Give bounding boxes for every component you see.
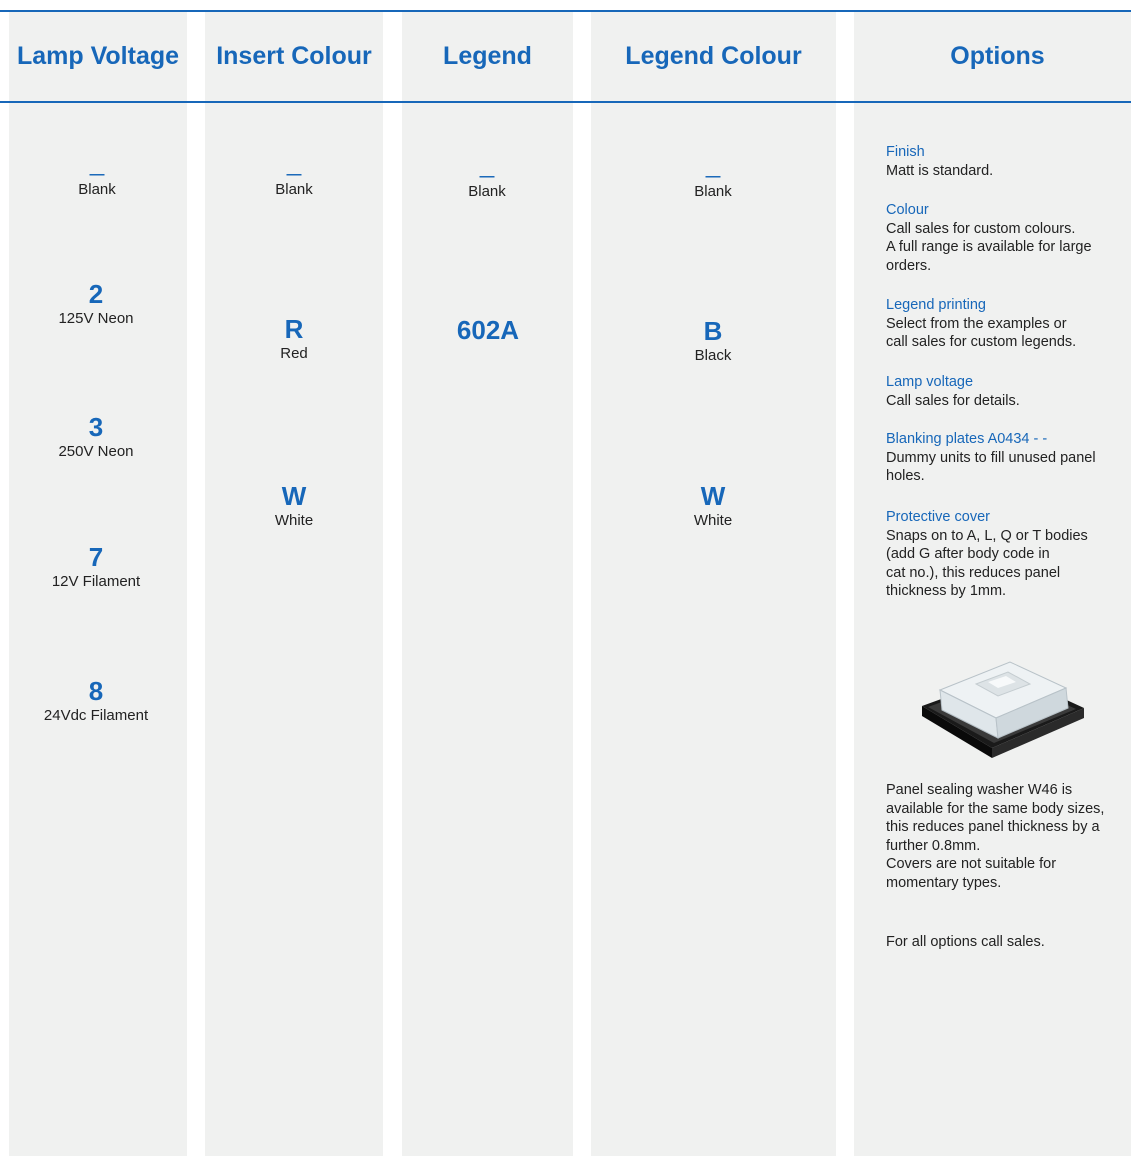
legend-colour-w: W White [694,481,732,531]
header-insert-colour: Insert Colour [216,42,372,70]
note-legend-printing: Legend printing Select from the examples… [886,296,1126,352]
para-line: available for the same body sizes, [886,800,1105,817]
header-bottom-rule [0,101,1131,103]
option-code: 602A [456,315,520,345]
footer-note: For all options call sales. [886,934,1045,950]
option-label: 250V Neon [58,443,134,460]
header-legend: Legend [443,42,532,70]
legend-colour-b: B Black [695,316,732,366]
lamp-voltage-3: 3 250V Neon [58,412,133,462]
note-line: A full range is available for large [886,239,1092,255]
header-options: Options [950,42,1045,70]
legend-602a: 602A [457,315,519,345]
insert-colour-w: W White [275,481,313,531]
option-label: 12V Filament [51,573,141,590]
lamp-voltage-2: 2 125V Neon [58,279,133,329]
note-finish: Finish Matt is standard. [886,143,1126,180]
note-line: thickness by 1mm. [886,583,1007,599]
option-label: Blank [275,181,313,198]
note-colour: Colour Call sales for custom colours. A … [886,201,1126,275]
option-code: B [703,316,723,346]
option-label: Blank [468,183,506,200]
lamp-voltage-8: 8 24Vdc Filament [44,676,148,726]
note-title: Lamp voltage [886,374,974,390]
insert-colour-blank: — Blank [275,166,313,200]
note-title: Legend printing [886,297,986,313]
option-code: R [284,314,304,344]
para-line: Covers are not suitable for [886,856,1057,872]
note-line: Select from the examples or [886,315,1067,332]
insert-colour-r: R Red [280,314,308,364]
lamp-voltage-7: 7 12V Filament [52,542,140,592]
para-line: momentary types. [886,874,1002,891]
option-code: W [700,481,726,511]
lamp-voltage-blank: — Blank [78,166,116,200]
note-lamp-voltage: Lamp voltage Call sales for details. [886,373,1126,410]
option-code: 3 [88,412,104,442]
note-line: (add G after body code in [886,546,1050,562]
dash-mark: — [479,168,495,185]
para-line: Panel sealing washer W46 is [886,782,1073,798]
dash-mark: — [89,166,105,183]
note-line: Call sales for details. [886,392,1020,409]
option-label: Blank [694,183,732,200]
note-line: Dummy units to fill unused panel [886,449,1096,466]
option-label: 24Vdc Filament [43,707,149,724]
top-rule [0,10,1131,12]
header-lamp-voltage: Lamp Voltage [16,42,180,70]
option-code: 8 [88,676,104,706]
dash-mark: — [286,166,302,183]
note-protective-cover: Protective cover Snaps on to A, L, Q or … [886,508,1126,601]
option-code: 7 [88,542,104,572]
para-line: this reduces panel thickness by a [886,819,1100,835]
note-line: Snaps on to A, L, Q or T bodies [886,527,1088,544]
note-line: Matt is standard. [886,162,994,179]
note-line: holes. [886,468,925,484]
option-label: White [693,512,733,529]
header-legend-colour: Legend Colour [625,42,802,70]
option-label: Red [280,345,308,362]
option-label: Blank [78,181,116,198]
option-label: White [274,512,314,529]
legend-blank: — Blank [468,168,506,202]
option-code: 2 [88,279,104,309]
note-title: Finish [886,144,925,160]
note-title: Protective cover [886,509,990,525]
note-line: Call sales for custom colours. [886,220,1076,237]
para-line: further 0.8mm. [886,837,981,854]
legend-colour-blank: — Blank [694,168,732,202]
note-line: cat no.), this reduces panel [886,564,1061,581]
note-line: call sales for custom legends. [886,334,1077,350]
dash-mark: — [705,168,721,185]
option-code: W [281,481,307,511]
washer-paragraph: Panel sealing washer W46 is available fo… [886,781,1126,892]
option-label: Black [694,347,732,364]
note-title: Blanking plates A0434 - - [886,431,1048,447]
note-line: orders. [886,257,932,274]
note-blanking-plates: Blanking plates A0434 - - Dummy units to… [886,430,1126,486]
protective-cover-image [922,661,1084,758]
note-title: Colour [886,202,929,218]
option-label: 125V Neon [58,310,134,327]
